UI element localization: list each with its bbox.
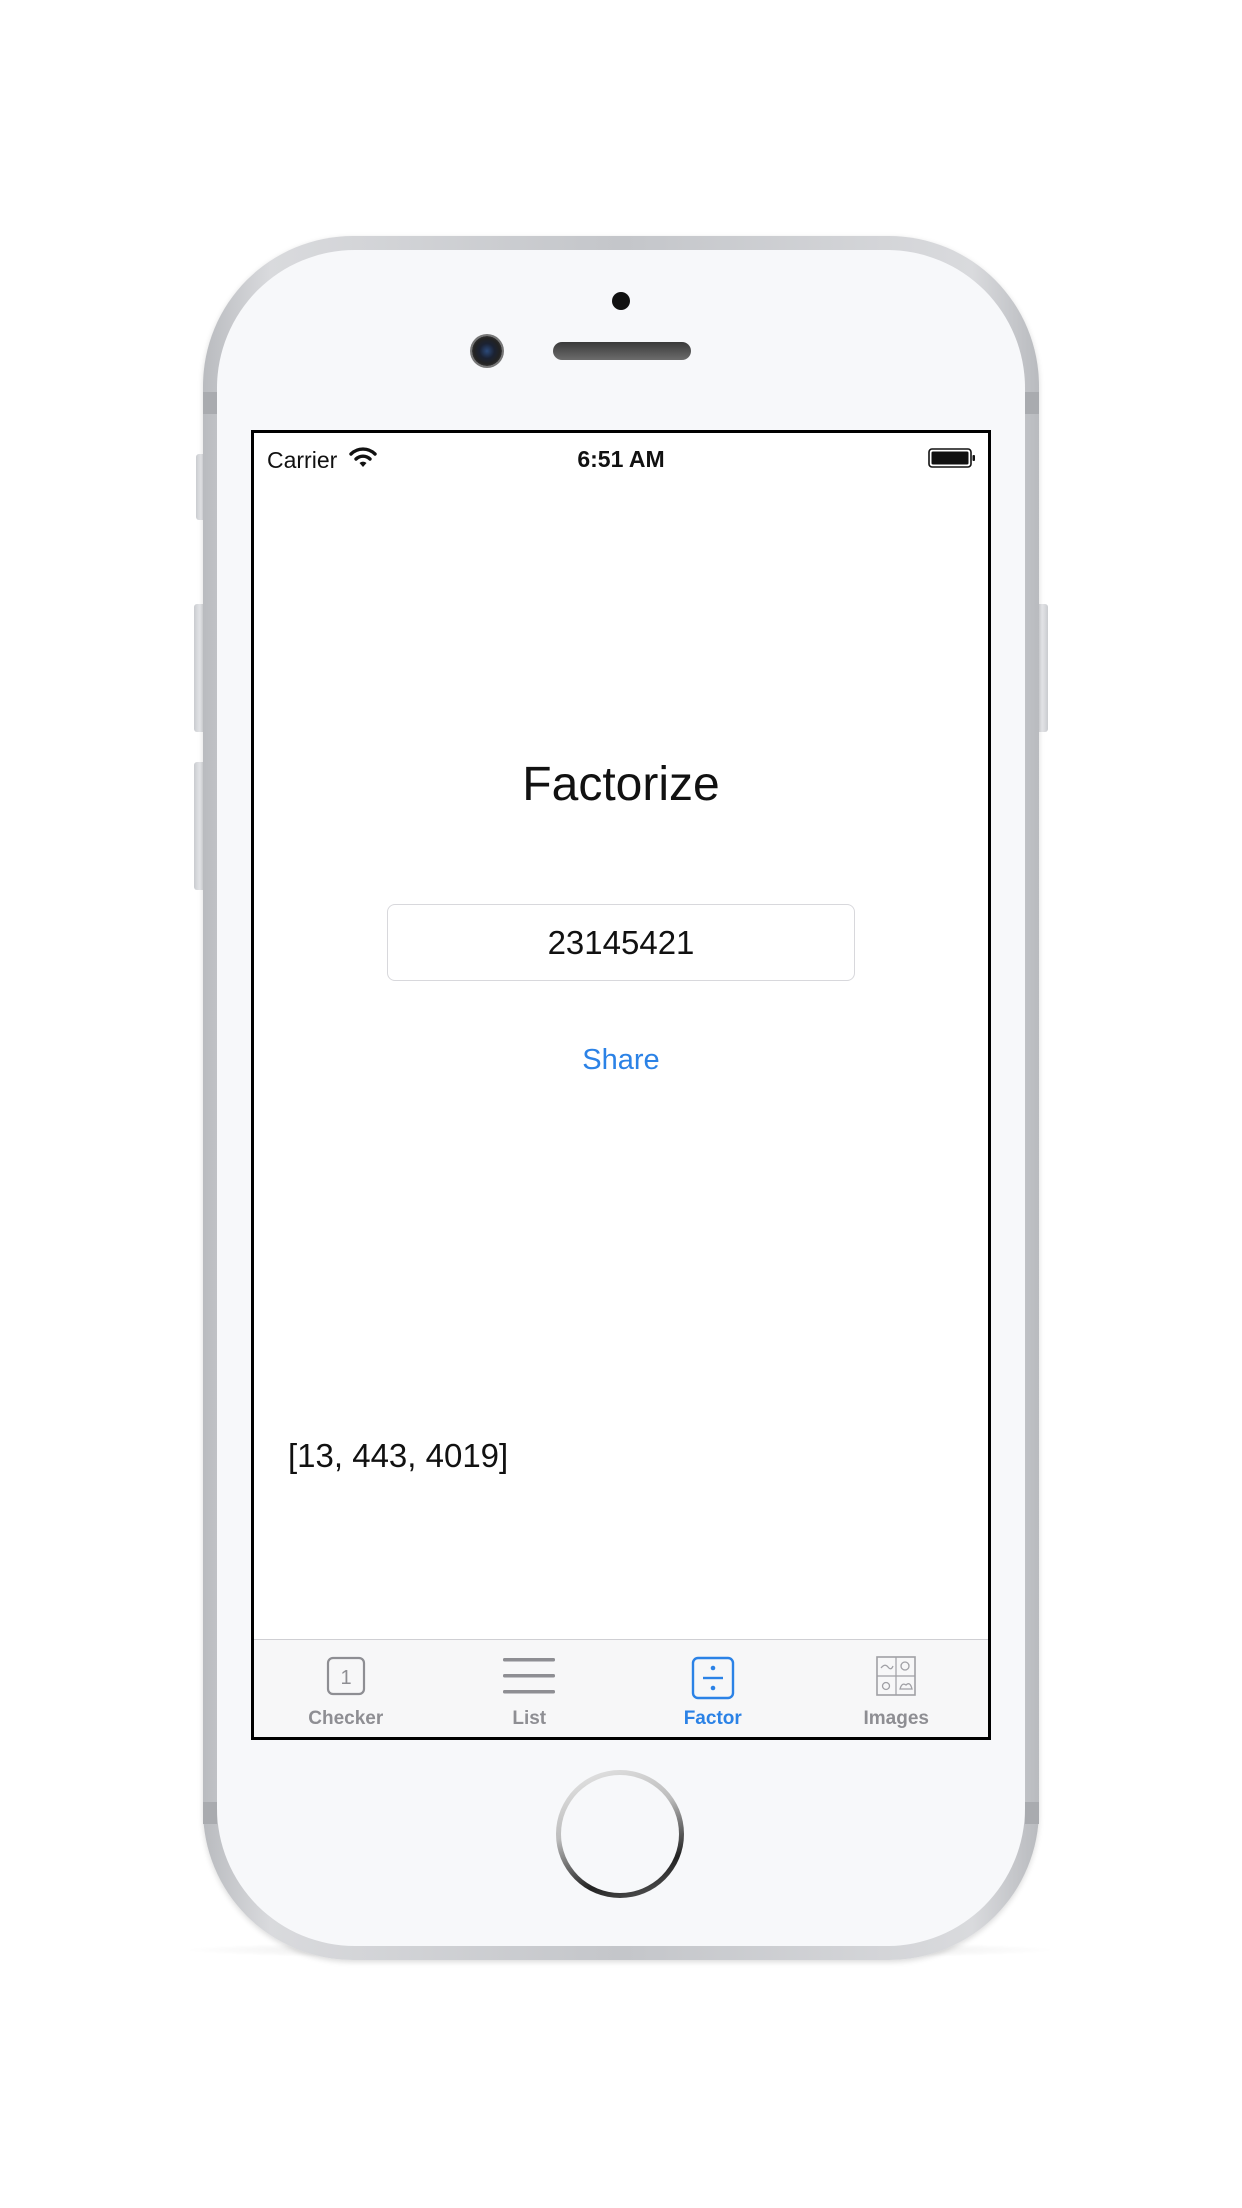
- svg-text:1: 1: [340, 1667, 351, 1689]
- front-camera: [472, 336, 502, 366]
- battery-icon: [928, 447, 976, 469]
- tab-list-label: List: [512, 1708, 547, 1729]
- earpiece-speaker: [553, 342, 691, 360]
- antenna-band: [203, 392, 217, 414]
- status-bar: Carrier 6:51 AM: [254, 433, 988, 485]
- tab-factor-label: Factor: [683, 1708, 742, 1729]
- proximity-sensor: [612, 292, 630, 310]
- status-time: 6:51 AM: [577, 446, 665, 472]
- tab-bar: 1 Checker List Factor Images: [254, 1639, 988, 1737]
- tab-checker-label: Checker: [308, 1708, 384, 1729]
- tab-images[interactable]: Images: [805, 1640, 989, 1737]
- antenna-band: [1025, 392, 1039, 414]
- antenna-band: [1025, 1802, 1039, 1824]
- tab-images-label: Images: [863, 1708, 929, 1729]
- share-button[interactable]: Share: [254, 1043, 988, 1078]
- app-screen: Carrier 6:51 AM Factorize 23145421 Share…: [251, 430, 991, 1740]
- tab-factor[interactable]: Factor: [621, 1640, 805, 1737]
- page-title: Factorize: [522, 758, 720, 811]
- antenna-band: [203, 1802, 217, 1824]
- factorization-result: [13, 443, 4019]: [288, 1437, 509, 1474]
- stage: Carrier 6:51 AM Factorize 23145421 Share…: [0, 0, 1242, 2208]
- tab-list[interactable]: List: [438, 1640, 622, 1737]
- home-button[interactable]: [556, 1770, 684, 1898]
- share-button-label: Share: [582, 1044, 660, 1076]
- number-input[interactable]: [387, 904, 855, 981]
- tab-checker[interactable]: 1 Checker: [254, 1640, 438, 1737]
